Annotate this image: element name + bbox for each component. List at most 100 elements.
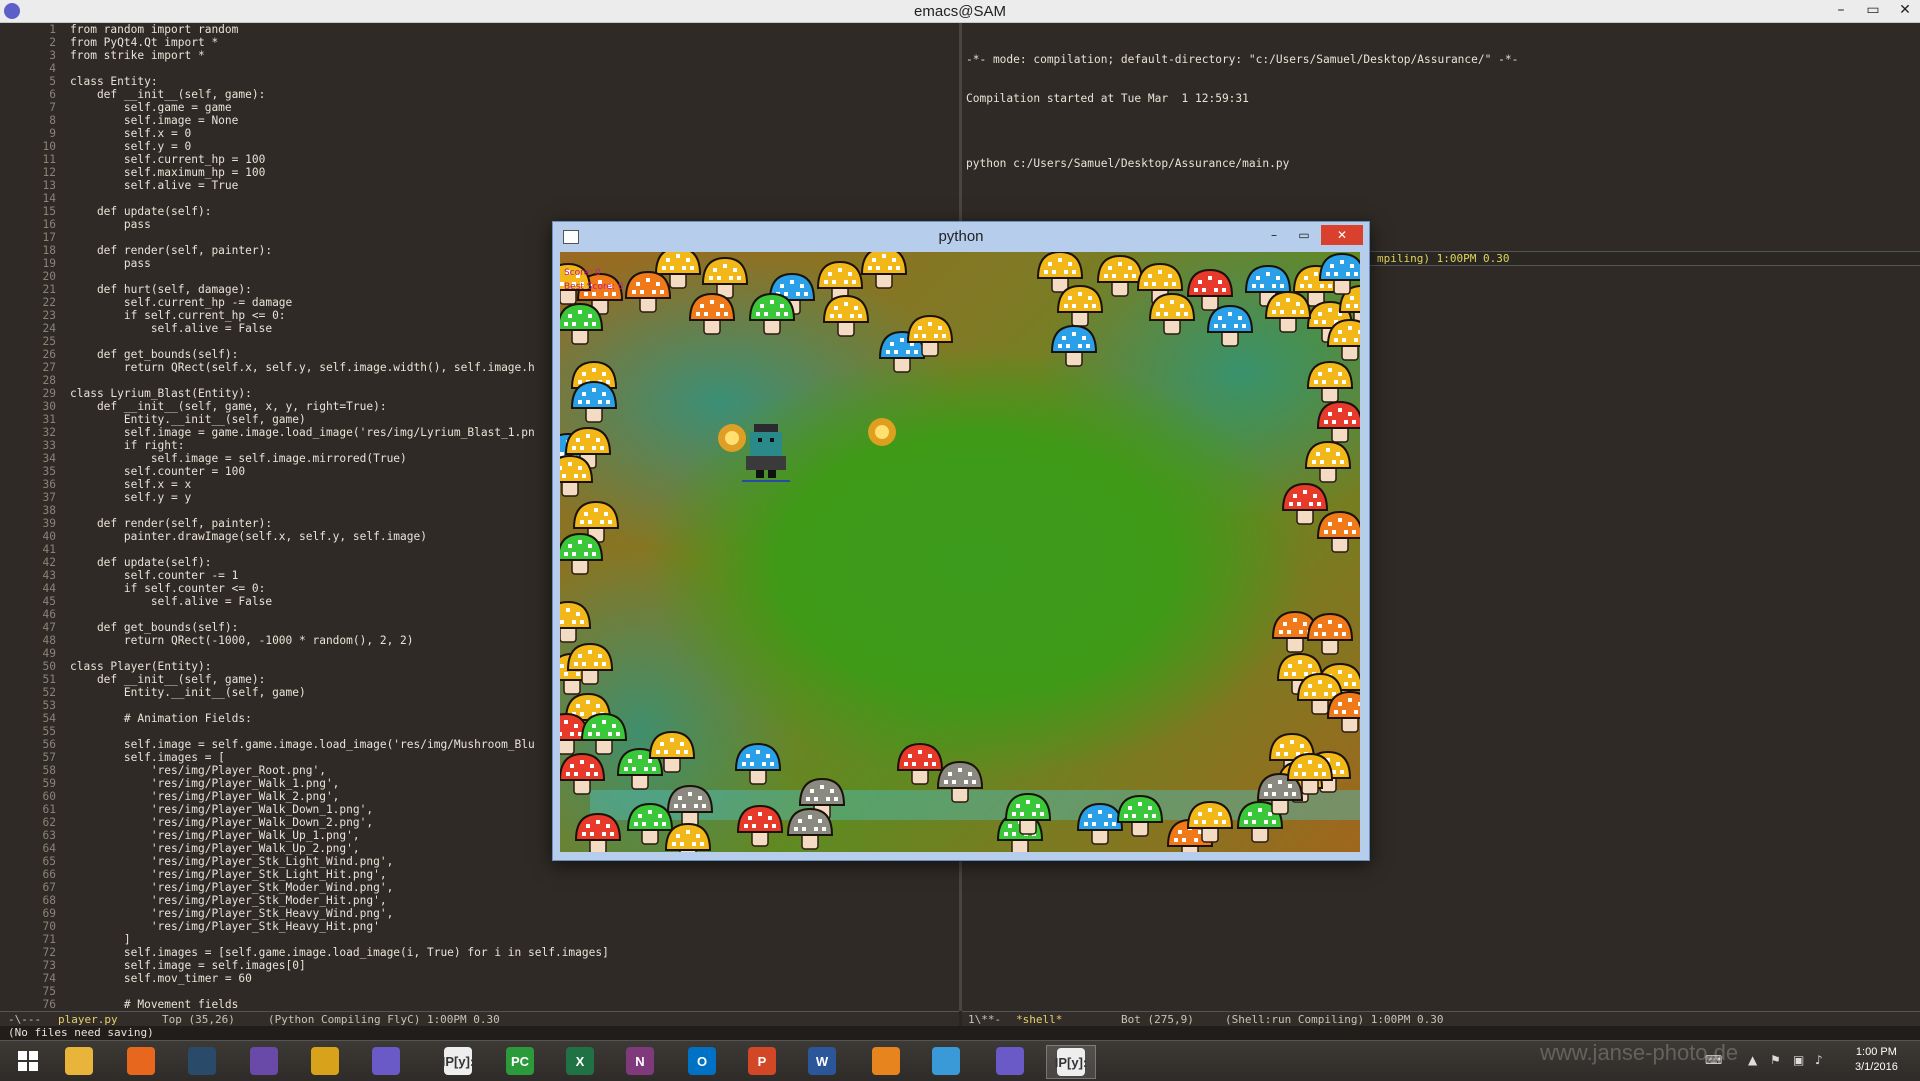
line-number: 1 [49, 23, 56, 36]
network-icon[interactable]: ▣ [1793, 1053, 1804, 1067]
app-orange-taskbar-button[interactable] [862, 1045, 910, 1077]
line-number: 68 [42, 894, 56, 907]
app-tiles-taskbar-button[interactable] [922, 1045, 970, 1077]
line-number: 2 [49, 36, 56, 49]
code-line[interactable]: 67 'res/img/Player_Stk_Moder_Wind.png', [0, 881, 959, 894]
code-line[interactable]: 10 self.y = 0 [0, 140, 959, 153]
restore-button[interactable]: ▭ [1864, 2, 1882, 18]
code-line[interactable]: 14 [0, 192, 959, 205]
firefox-taskbar-button[interactable] [117, 1045, 165, 1077]
code-line[interactable]: 76 # Movement fields [0, 998, 959, 1011]
mushroom [1056, 284, 1104, 327]
code-text: self.images = [self.game.image.load_imag… [70, 946, 609, 959]
compilation-output[interactable]: -*- mode: compilation; default-directory… [962, 23, 1920, 200]
line-number: 29 [42, 387, 56, 400]
code-line[interactable]: 74 self.mov_timer = 60 [0, 972, 959, 985]
line-number: 15 [42, 205, 56, 218]
line-number: 67 [42, 881, 56, 894]
code-line[interactable]: 5 class Entity: [0, 75, 959, 88]
code-line[interactable]: 69 'res/img/Player_Stk_Heavy_Wind.png', [0, 907, 959, 920]
minimize-button[interactable]: – [1261, 225, 1287, 245]
code-line[interactable]: 70 'res/img/Player_Stk_Heavy_Hit.png' [0, 920, 959, 933]
code-text: self.game = game [70, 101, 232, 114]
app-cat-taskbar-button[interactable] [240, 1045, 288, 1077]
line-number: 65 [42, 855, 56, 868]
code-line[interactable]: 72 self.images = [self.game.image.load_i… [0, 946, 959, 959]
onenote-icon: N [626, 1047, 654, 1075]
score-hud: Score: 0 Best Score: 0 [564, 266, 624, 294]
keyboard-icon[interactable]: ⌨ [1705, 1053, 1722, 1067]
ipython-2-taskbar-button[interactable]: IP[y]: [1046, 1045, 1096, 1079]
modeline-buffer-name[interactable]: player.py [58, 1013, 118, 1026]
mushroom [1306, 612, 1354, 655]
lyrium-blast [868, 418, 896, 446]
file-explorer-taskbar-button[interactable] [55, 1045, 103, 1077]
mushroom [1281, 482, 1329, 525]
code-line[interactable]: 1 from random import random [0, 23, 959, 36]
code-line[interactable]: 4 [0, 62, 959, 75]
close-button[interactable]: ✕ [1896, 2, 1914, 18]
code-line[interactable]: 8 self.image = None [0, 114, 959, 127]
line-number: 76 [42, 998, 56, 1011]
minimize-button[interactable]: – [1832, 2, 1850, 18]
code-line[interactable]: 73 self.image = self.images[0] [0, 959, 959, 972]
flag-icon[interactable]: ⚑ [1770, 1053, 1781, 1067]
code-line[interactable]: 3 from strike import * [0, 49, 959, 62]
shell-line: Compilation started at Tue Mar 1 12:59:3… [966, 92, 1249, 105]
app-mango-taskbar-button[interactable] [301, 1045, 349, 1077]
game-window[interactable]: python – ▭ ✕ Score: 0 Best Score: 0 [552, 221, 1370, 861]
line-number: 43 [42, 569, 56, 582]
code-line[interactable]: 66 'res/img/Player_Stk_Light_Hit.png', [0, 868, 959, 881]
modeline-buffer-name[interactable]: *shell* [1016, 1013, 1062, 1026]
line-number: 63 [42, 829, 56, 842]
pycharm-taskbar-button[interactable]: PC [496, 1045, 544, 1077]
onenote-taskbar-button[interactable]: N [616, 1045, 664, 1077]
app-orange-icon [872, 1047, 900, 1075]
emacs-taskbar-button[interactable] [362, 1045, 410, 1077]
game-canvas[interactable]: Score: 0 Best Score: 0 [560, 252, 1360, 852]
code-line[interactable]: 9 self.x = 0 [0, 127, 959, 140]
code-line[interactable]: 13 self.alive = True [0, 179, 959, 192]
close-button[interactable]: ✕ [1321, 225, 1363, 245]
code-line[interactable]: 2 from PyQt4.Qt import * [0, 36, 959, 49]
outlook-taskbar-button[interactable]: O [678, 1045, 726, 1077]
excel-taskbar-button[interactable]: X [556, 1045, 604, 1077]
line-number: 36 [42, 478, 56, 491]
word-taskbar-button[interactable]: W [798, 1045, 846, 1077]
modeline-position: Top (35,26) [162, 1013, 235, 1026]
line-number: 24 [42, 322, 56, 335]
clock[interactable]: 1:00 PM 3/1/2016 [1855, 1045, 1898, 1075]
line-number: 48 [42, 634, 56, 647]
line-number: 57 [42, 751, 56, 764]
code-line[interactable]: 15 def update(self): [0, 205, 959, 218]
line-number: 38 [42, 504, 56, 517]
code-line[interactable]: 75 [0, 985, 959, 998]
chevron-up-icon[interactable]: ▲ [1748, 1053, 1757, 1067]
excel-icon: X [566, 1047, 594, 1075]
code-line[interactable]: 12 self.maximum_hp = 100 [0, 166, 959, 179]
code-line[interactable]: 7 self.game = game [0, 101, 959, 114]
steam-taskbar-button[interactable] [178, 1045, 226, 1077]
line-number: 59 [42, 777, 56, 790]
ipython-taskbar-button[interactable]: IP[y]: [434, 1045, 482, 1077]
volume-icon[interactable]: ♪ [1815, 1053, 1823, 1067]
app-tiles-icon [932, 1047, 960, 1075]
modeline-mode[interactable]: (Shell:run Compiling) 1:00PM 0.30 [1225, 1013, 1444, 1026]
maximize-button[interactable]: ▭ [1291, 225, 1317, 245]
code-line[interactable]: 6 def __init__(self, game): [0, 88, 959, 101]
echo-area[interactable]: (No files need saving) [0, 1026, 1920, 1040]
code-line[interactable]: 68 'res/img/Player_Stk_Moder_Hit.png', [0, 894, 959, 907]
line-number: 62 [42, 816, 56, 829]
mushroom [1316, 400, 1360, 443]
modeline-mode[interactable]: (Python Compiling FlyC) 1:00PM 0.30 [268, 1013, 500, 1026]
player-sprite [742, 424, 790, 482]
powerpoint-taskbar-button[interactable]: P [738, 1045, 786, 1077]
line-number: 75 [42, 985, 56, 998]
pycharm-icon: PC [506, 1047, 534, 1075]
emacs-2-taskbar-button[interactable] [986, 1045, 1034, 1077]
code-line[interactable]: 71 ] [0, 933, 959, 946]
start-taskbar-button[interactable] [4, 1045, 52, 1077]
code-line[interactable]: 11 self.current_hp = 100 [0, 153, 959, 166]
mushroom [1264, 290, 1312, 333]
